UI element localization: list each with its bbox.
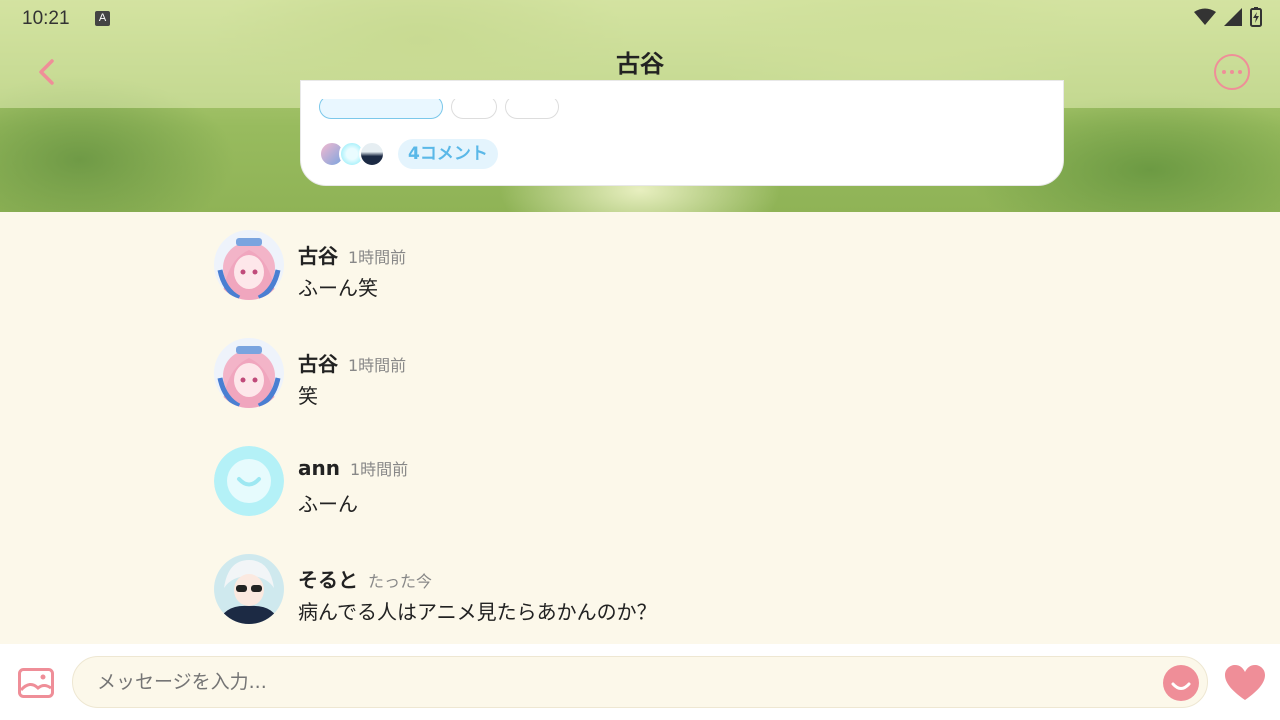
comment-time: 1時間前 bbox=[349, 460, 409, 479]
avatar[interactable] bbox=[214, 338, 284, 408]
wifi-icon bbox=[1194, 8, 1216, 25]
comment-time: 1時間前 bbox=[348, 248, 407, 267]
comment-time: たった今 bbox=[368, 572, 433, 591]
avatar[interactable] bbox=[214, 554, 284, 624]
signal-icon bbox=[1224, 8, 1242, 26]
more-options-icon[interactable] bbox=[1214, 54, 1250, 90]
comment-author[interactable]: そると たった今 bbox=[298, 564, 432, 593]
tag-pill[interactable] bbox=[451, 99, 497, 119]
heart-icon[interactable] bbox=[1224, 664, 1266, 702]
white-hair-avatar-icon bbox=[214, 554, 284, 624]
smile-icon bbox=[1171, 682, 1191, 690]
post-tags bbox=[319, 99, 559, 121]
comment-text: 笑 bbox=[298, 384, 318, 408]
avatar bbox=[359, 141, 385, 167]
comment-count-badge[interactable]: 4コメント bbox=[398, 139, 498, 169]
battery-icon bbox=[1250, 7, 1262, 27]
comment-text: ふーん笑 bbox=[298, 276, 378, 300]
commenter-avatars bbox=[319, 141, 385, 167]
page-title: 古谷 bbox=[616, 50, 664, 78]
composer-bar bbox=[0, 644, 1280, 720]
comment-text: 病んでる人はアニメ見たらあかんのか？ bbox=[298, 600, 657, 624]
status-icons bbox=[1194, 7, 1262, 27]
list-item[interactable]: ann 1時間前 ふーん bbox=[214, 446, 1114, 554]
author-name: そると bbox=[298, 568, 358, 592]
comment-author[interactable]: 古谷 1時間前 bbox=[298, 240, 406, 269]
author-name: 古谷 bbox=[298, 352, 338, 376]
pink-hair-avatar-icon bbox=[214, 230, 284, 300]
tag-pill[interactable] bbox=[319, 99, 443, 119]
post-card[interactable] bbox=[300, 80, 1064, 186]
author-name: ann bbox=[298, 456, 340, 480]
message-input[interactable] bbox=[72, 656, 1208, 708]
image-picker-icon[interactable] bbox=[18, 668, 54, 698]
list-item[interactable]: 古谷 1時間前 ふーん笑 bbox=[214, 230, 1114, 338]
tag-pill[interactable] bbox=[505, 99, 559, 119]
comment-time: 1時間前 bbox=[348, 356, 407, 375]
keyboard-status-icon: A bbox=[95, 11, 110, 26]
comment-text: ふーん bbox=[298, 492, 358, 516]
status-time: 10:21 bbox=[22, 8, 70, 29]
emoji-button[interactable] bbox=[1163, 665, 1199, 701]
comment-author[interactable]: ann 1時間前 bbox=[298, 456, 408, 480]
avatar[interactable] bbox=[214, 446, 284, 516]
author-name: 古谷 bbox=[298, 244, 338, 268]
comment-list: 古谷 1時間前 ふーん笑 古谷 1時間前 笑 ann 1時間前 ふーん そると … bbox=[214, 230, 1114, 662]
list-item[interactable]: 古谷 1時間前 笑 bbox=[214, 338, 1114, 446]
comment-author[interactable]: 古谷 1時間前 bbox=[298, 348, 406, 377]
pink-hair-avatar-icon bbox=[214, 338, 284, 408]
smiley-avatar-icon bbox=[214, 446, 284, 516]
avatar[interactable] bbox=[214, 230, 284, 300]
